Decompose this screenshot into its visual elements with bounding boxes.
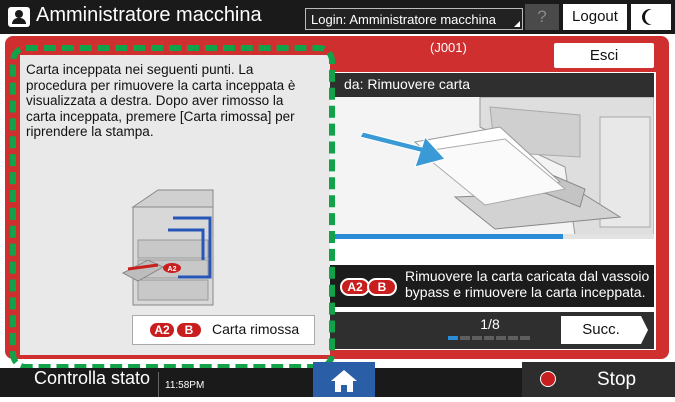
app-title: Amministratore macchina bbox=[36, 4, 262, 26]
logout-button[interactable]: Logout bbox=[563, 4, 627, 30]
home-icon bbox=[331, 370, 357, 392]
check-status-button[interactable]: Controlla stato bbox=[34, 368, 150, 389]
help-button[interactable]: ? bbox=[525, 4, 559, 30]
login-status-field[interactable]: Login: Amministratore macchina bbox=[305, 8, 523, 30]
stop-icon bbox=[540, 371, 556, 387]
progress-bar bbox=[330, 234, 564, 239]
page-dot bbox=[496, 336, 506, 340]
page-dot-active bbox=[448, 336, 458, 340]
highlight-outline bbox=[10, 45, 335, 370]
step-title: da: Rimuovere carta bbox=[330, 73, 654, 97]
login-text: Login: Amministratore macchina bbox=[311, 12, 496, 27]
energy-saver-button[interactable] bbox=[631, 4, 671, 30]
home-button[interactable] bbox=[313, 362, 375, 397]
page-indicator: 1/8 bbox=[480, 316, 500, 332]
next-arrow-icon bbox=[641, 316, 648, 344]
page-dot bbox=[484, 336, 494, 340]
page-dot bbox=[472, 336, 482, 340]
clock: 11:58PM bbox=[158, 372, 310, 397]
badge-a2: A2 bbox=[340, 278, 370, 296]
page-dot bbox=[508, 336, 518, 340]
page-dot bbox=[520, 336, 530, 340]
user-icon bbox=[8, 7, 30, 27]
badge-b: B bbox=[367, 278, 397, 296]
exit-button[interactable]: Esci bbox=[554, 43, 654, 68]
bypass-tray-illustration bbox=[330, 96, 655, 236]
next-button[interactable]: Succ. bbox=[561, 316, 641, 344]
step-instruction: Rimuovere la carta caricata dal vassoio … bbox=[405, 268, 650, 300]
page-dots bbox=[448, 336, 534, 340]
moon-icon bbox=[645, 9, 661, 25]
page-dot bbox=[460, 336, 470, 340]
error-code: (J001) bbox=[430, 40, 467, 55]
stop-label: Stop bbox=[597, 369, 637, 390]
